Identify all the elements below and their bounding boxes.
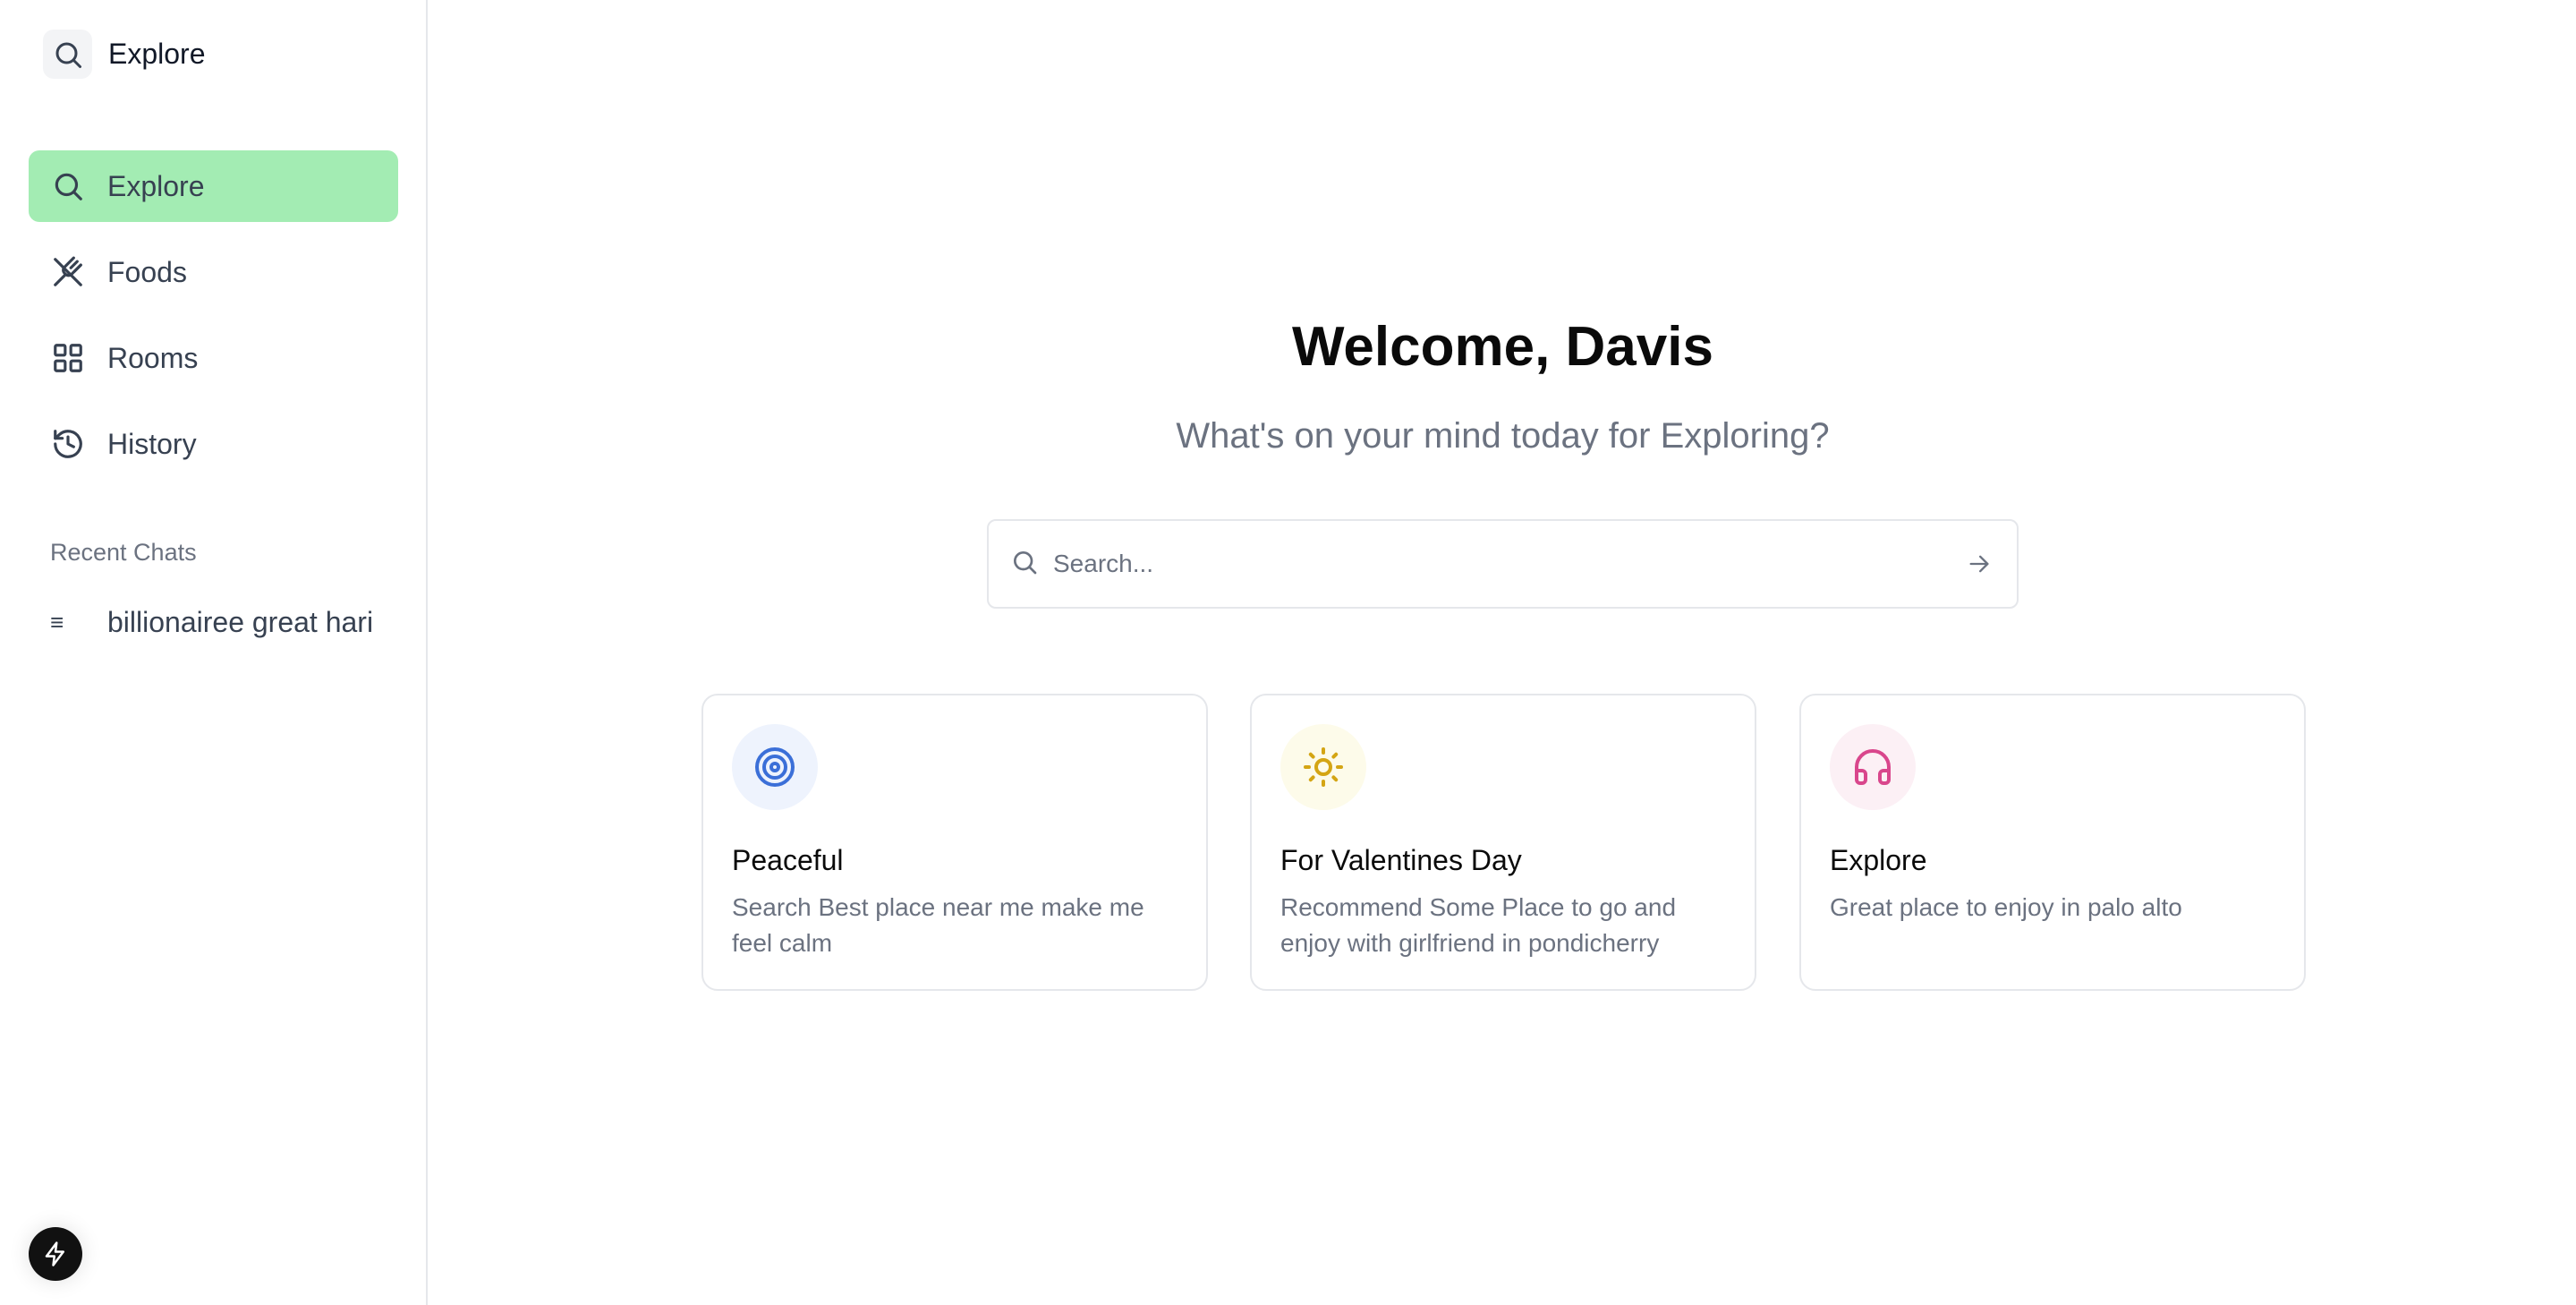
suggestion-cards: Peaceful Search Best place near me make … <box>701 694 2306 991</box>
search-bar <box>987 519 2019 609</box>
sidebar-item-history[interactable]: History <box>29 408 398 480</box>
search-icon <box>43 30 92 79</box>
grid-icon <box>50 340 86 376</box>
history-icon <box>50 426 86 462</box>
arrow-right-icon <box>1969 555 1989 573</box>
card-title: For Valentines Day <box>1280 844 1522 876</box>
sidebar-item-label: Foods <box>107 255 187 288</box>
suggestion-card-valentines[interactable]: For Valentines Day Recommend Some Place … <box>1250 694 1756 991</box>
sidebar-item-rooms[interactable]: Rooms <box>29 322 398 394</box>
card-title: Peaceful <box>732 844 844 876</box>
suggestion-card-explore[interactable]: Explore Great place to enjoy in palo alt… <box>1799 694 2306 991</box>
recent-chat-label: billionairee great hari <box>107 605 374 638</box>
main-content: Welcome, Davis What's on your mind today… <box>429 0 2576 1305</box>
list-icon: ≡ <box>50 608 64 635</box>
recent-chats-heading: Recent Chats <box>50 539 197 566</box>
sun-icon <box>1280 724 1366 810</box>
headphones-icon <box>1830 724 1916 810</box>
search-icon <box>1010 548 1039 581</box>
submit-arrow-button[interactable] <box>1963 548 1995 580</box>
sidebar: Explore Explore Foods Rooms History Rece… <box>0 0 428 1305</box>
bolt-button[interactable] <box>29 1227 82 1281</box>
sidebar-item-label: History <box>107 427 197 460</box>
search-input[interactable] <box>1053 550 1963 578</box>
sidebar-item-label: Rooms <box>107 341 199 374</box>
sidebar-item-foods[interactable]: Foods <box>29 236 398 308</box>
card-description: Recommend Some Place to go and enjoy wit… <box>1280 893 1677 957</box>
brand-label: Explore <box>108 38 206 70</box>
bolt-icon <box>45 1241 64 1267</box>
suggestion-card-peaceful[interactable]: Peaceful Search Best place near me make … <box>701 694 1208 991</box>
brand[interactable]: Explore <box>43 30 206 79</box>
recent-chat-item[interactable]: ≡ billionairee great hari <box>50 600 390 644</box>
card-title: Explore <box>1830 844 1927 876</box>
target-icon <box>732 724 818 810</box>
page-title: Welcome, Davis <box>1292 316 1713 378</box>
sidebar-item-label: Explore <box>107 169 205 202</box>
page-subtitle: What's on your mind today for Exploring? <box>1176 416 1830 456</box>
utensils-icon <box>50 254 86 290</box>
card-description: Great place to enjoy in palo alto <box>1830 893 2182 921</box>
search-icon <box>50 168 86 204</box>
sidebar-item-explore[interactable]: Explore <box>29 150 398 222</box>
sidebar-nav: Explore Foods Rooms History <box>29 150 398 494</box>
card-description: Search Best place near me make me feel c… <box>732 893 1144 957</box>
